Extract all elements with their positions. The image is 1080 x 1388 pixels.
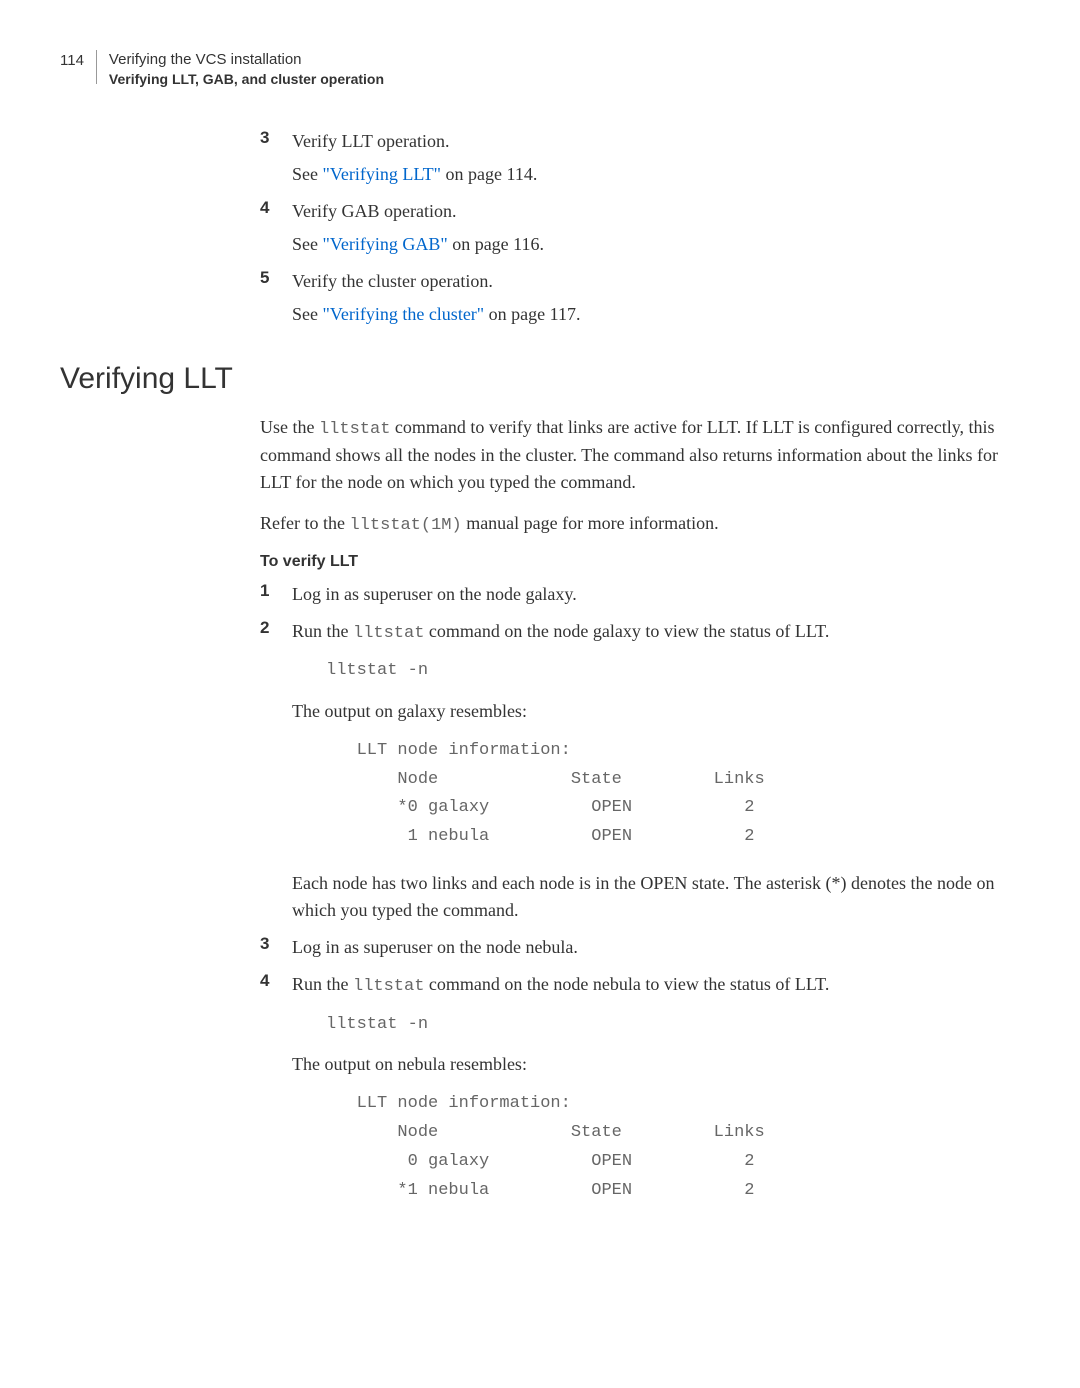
main-content: Use the lltstat command to verify that l… <box>260 414 1000 1224</box>
top-steps: 3 Verify LLT operation. See "Verifying L… <box>260 128 1000 334</box>
step-text: Log in as superuser on the node galaxy. <box>292 581 1000 608</box>
step-after: Each node has two links and each node is… <box>292 870 1000 924</box>
subheading-to-verify: To verify LLT <box>260 553 1000 571</box>
step-body: Verify the cluster operation. See "Verif… <box>292 268 1000 334</box>
step-number: 3 <box>260 934 274 954</box>
step-number: 3 <box>260 128 274 148</box>
step-text: Verify GAB operation. <box>292 198 1000 225</box>
link-verifying-cluster[interactable]: "Verifying the cluster" <box>323 304 485 324</box>
intro-para-2: Refer to the lltstat(1M) manual page for… <box>260 510 1000 539</box>
output-intro: The output on nebula resembles: <box>292 1051 1000 1078</box>
output-intro: The output on galaxy resembles: <box>292 698 1000 725</box>
step-number: 2 <box>260 618 274 638</box>
header-divider <box>96 50 97 84</box>
step-number: 4 <box>260 971 274 991</box>
step-see: See "Verifying GAB" on page 116. <box>292 231 1000 258</box>
step-text: Verify the cluster operation. <box>292 268 1000 295</box>
step-body: Verify LLT operation. See "Verifying LLT… <box>292 128 1000 194</box>
step-item: 2 Run the lltstat command on the node ga… <box>260 618 1000 931</box>
page-header: 114 Verifying the VCS installation Verif… <box>60 50 1000 88</box>
code-manpage: lltstat(1M) <box>349 516 461 535</box>
code-lltstat: lltstat <box>353 977 424 996</box>
section-title: Verifying LLT, GAB, and cluster operatio… <box>109 70 384 88</box>
step-item: 1 Log in as superuser on the node galaxy… <box>260 581 1000 614</box>
command-block: lltstat -n <box>326 1012 1000 1038</box>
step-body: Verify GAB operation. See "Verifying GAB… <box>292 198 1000 264</box>
step-text: Log in as superuser on the node nebula. <box>292 934 1000 961</box>
page-number: 114 <box>60 50 84 69</box>
step-body: Log in as superuser on the node galaxy. <box>292 581 1000 614</box>
step-body: Run the lltstat command on the node nebu… <box>292 971 1000 1224</box>
command-block: lltstat -n <box>326 658 1000 684</box>
step-text: Verify LLT operation. <box>292 128 1000 155</box>
step-text: Run the lltstat command on the node nebu… <box>292 971 1000 1000</box>
step-number: 4 <box>260 198 274 218</box>
link-verifying-llt[interactable]: "Verifying LLT" <box>323 164 442 184</box>
step-body: Run the lltstat command on the node gala… <box>292 618 1000 931</box>
step-item: 5 Verify the cluster operation. See "Ver… <box>260 268 1000 334</box>
step-item: 4 Run the lltstat command on the node ne… <box>260 971 1000 1224</box>
step-number: 1 <box>260 581 274 601</box>
heading-verifying-llt: Verifying LLT <box>60 362 1000 396</box>
step-see: See "Verifying the cluster" on page 117. <box>292 301 1000 328</box>
header-text: Verifying the VCS installation Verifying… <box>109 50 384 88</box>
step-item: 3 Verify LLT operation. See "Verifying L… <box>260 128 1000 194</box>
step-see: See "Verifying LLT" on page 114. <box>292 161 1000 188</box>
step-text: Run the lltstat command on the node gala… <box>292 618 1000 647</box>
output-block: LLT node information: Node State Links 0… <box>326 1090 1000 1206</box>
step-body: Log in as superuser on the node nebula. <box>292 934 1000 967</box>
step-item: 3 Log in as superuser on the node nebula… <box>260 934 1000 967</box>
code-lltstat: lltstat <box>319 420 390 439</box>
step-number: 5 <box>260 268 274 288</box>
output-block: LLT node information: Node State Links *… <box>326 737 1000 853</box>
step-item: 4 Verify GAB operation. See "Verifying G… <box>260 198 1000 264</box>
code-lltstat: lltstat <box>353 624 424 643</box>
chapter-title: Verifying the VCS installation <box>109 50 384 70</box>
link-verifying-gab[interactable]: "Verifying GAB" <box>323 234 448 254</box>
intro-para-1: Use the lltstat command to verify that l… <box>260 414 1000 497</box>
